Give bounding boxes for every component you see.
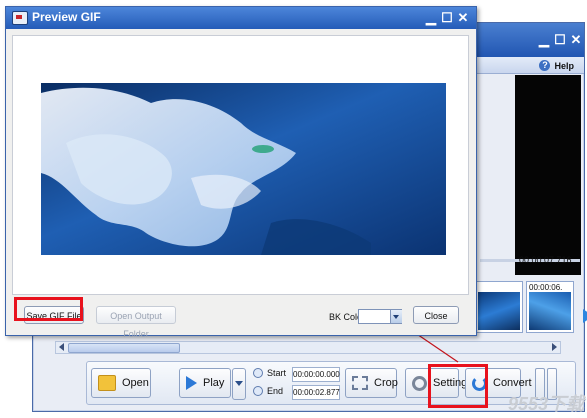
preview-gif-dialog: Preview GIF ▁ ☐ ✕ Save GIF File Open Out… — [5, 6, 477, 339]
chevron-down-icon — [393, 315, 399, 319]
dialog-titlebar: Preview GIF ▁ ☐ ✕ — [6, 7, 476, 29]
dialog-minimize-button[interactable]: ▁ — [424, 11, 438, 25]
gif-preview-image — [41, 83, 446, 255]
save-gif-highlight-box — [14, 297, 83, 321]
preview-canvas — [12, 35, 469, 295]
close-button[interactable]: Close — [413, 306, 459, 324]
open-output-folder-button[interactable]: Open Output Folder — [96, 306, 176, 339]
dialog-maximize-button[interactable]: ☐ — [440, 11, 454, 25]
dialog-close-button[interactable]: ✕ — [456, 11, 470, 25]
app-icon — [12, 11, 28, 25]
dialog-title: Preview GIF — [32, 10, 101, 24]
bk-color-dropdown-button[interactable] — [390, 310, 402, 323]
preview-image-art — [41, 83, 446, 255]
watermark: 9553下载 — [507, 394, 584, 414]
